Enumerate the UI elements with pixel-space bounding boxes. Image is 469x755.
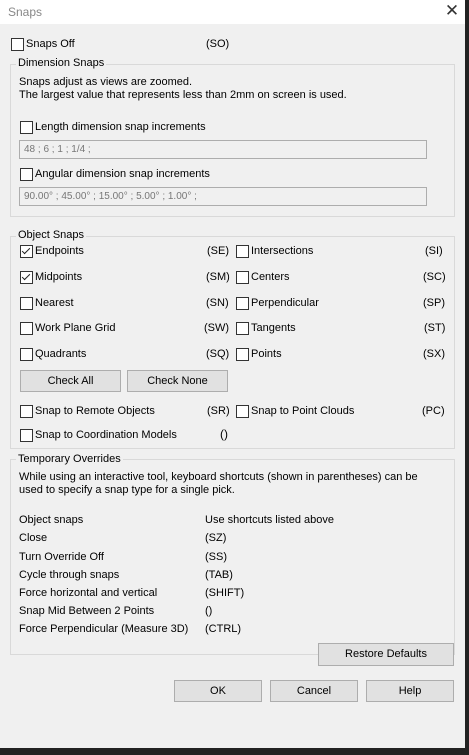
work-plane-grid-code: (SW) xyxy=(204,322,230,334)
override-label-turn-off: Turn Override Off xyxy=(19,551,104,563)
intersections-label: Intersections xyxy=(251,245,314,257)
override-label-snap-mid: Snap Mid Between 2 Points xyxy=(19,605,155,617)
override-value-force-perp: (CTRL) xyxy=(205,623,242,635)
remote-objects-label: Snap to Remote Objects xyxy=(35,405,155,417)
coordination-models-checkbox[interactable] xyxy=(20,429,33,442)
override-value-close: (SZ) xyxy=(205,532,227,544)
override-value-force-hv: (SHIFT) xyxy=(205,587,245,599)
points-checkbox[interactable] xyxy=(236,348,249,361)
override-label-object-snaps: Object snaps xyxy=(19,514,84,526)
point-clouds-code: (PC) xyxy=(422,405,445,417)
length-snap-checkbox[interactable] xyxy=(20,121,33,134)
intersections-checkbox[interactable] xyxy=(236,245,249,258)
title-bar: Snaps ✕ xyxy=(0,0,465,24)
endpoints-code: (SE) xyxy=(207,245,229,257)
point-clouds-checkbox[interactable] xyxy=(236,405,249,418)
nearest-label: Nearest xyxy=(35,297,74,309)
window-title: Snaps xyxy=(8,5,43,19)
quadrants-checkbox[interactable] xyxy=(20,348,33,361)
tangents-label: Tangents xyxy=(251,322,296,334)
temporary-overrides-legend: Temporary Overrides xyxy=(16,453,123,465)
centers-checkbox[interactable] xyxy=(236,271,249,284)
endpoints-label: Endpoints xyxy=(35,245,84,257)
endpoints-checkbox[interactable] xyxy=(20,245,33,258)
override-label-cycle: Cycle through snaps xyxy=(19,569,120,581)
length-snap-field[interactable]: 48 ; 6 ; 1 ; 1/4 ; xyxy=(19,140,427,159)
work-plane-grid-label: Work Plane Grid xyxy=(35,322,116,334)
override-value-turn-off: (SS) xyxy=(205,551,227,563)
restore-defaults-button[interactable]: Restore Defaults xyxy=(318,643,454,666)
override-label-close: Close xyxy=(19,532,48,544)
nearest-checkbox[interactable] xyxy=(20,297,33,310)
close-icon[interactable]: ✕ xyxy=(442,1,462,21)
midpoints-code: (SM) xyxy=(206,271,230,283)
remote-objects-checkbox[interactable] xyxy=(20,405,33,418)
cancel-button[interactable]: Cancel xyxy=(270,680,358,702)
length-snap-label: Length dimension snap increments xyxy=(35,121,206,133)
dimension-desc-1: Snaps adjust as views are zoomed. xyxy=(19,76,193,88)
override-value-object-snaps: Use shortcuts listed above xyxy=(205,514,335,526)
perpendicular-checkbox[interactable] xyxy=(236,297,249,310)
remote-objects-code: (SR) xyxy=(207,405,230,417)
window-edge-right xyxy=(465,0,469,755)
ok-button[interactable]: OK xyxy=(174,680,262,702)
overrides-desc-2: used to specify a snap type for a single… xyxy=(19,484,235,496)
window-edge-bottom xyxy=(0,748,469,755)
tangents-checkbox[interactable] xyxy=(236,322,249,335)
overrides-desc-1: While using an interactive tool, keyboar… xyxy=(19,471,418,483)
work-plane-grid-checkbox[interactable] xyxy=(20,322,33,335)
override-value-snap-mid: () xyxy=(205,605,213,617)
snaps-off-label: Snaps Off xyxy=(26,38,75,50)
coordination-models-label: Snap to Coordination Models xyxy=(35,429,177,441)
dimension-snaps-legend: Dimension Snaps xyxy=(16,57,107,69)
nearest-code: (SN) xyxy=(206,297,229,309)
angular-snap-field[interactable]: 90.00° ; 45.00° ; 15.00° ; 5.00° ; 1.00°… xyxy=(19,187,427,206)
check-none-button[interactable]: Check None xyxy=(127,370,228,392)
override-value-cycle: (TAB) xyxy=(205,569,233,581)
perpendicular-label: Perpendicular xyxy=(251,297,319,309)
points-code: (SX) xyxy=(423,348,445,360)
points-label: Points xyxy=(251,348,282,360)
centers-code: (SC) xyxy=(423,271,446,283)
point-clouds-label: Snap to Point Clouds xyxy=(251,405,355,417)
snaps-off-shortcut: (SO) xyxy=(206,38,230,50)
coordination-models-code: () xyxy=(220,427,228,441)
midpoints-label: Midpoints xyxy=(35,271,83,283)
override-label-force-perp: Force Perpendicular (Measure 3D) xyxy=(19,623,189,635)
angular-snap-checkbox[interactable] xyxy=(20,168,33,181)
object-snaps-legend: Object Snaps xyxy=(16,229,87,241)
intersections-code: (SI) xyxy=(425,245,443,257)
quadrants-code: (SQ) xyxy=(206,348,230,360)
override-label-force-hv: Force horizontal and vertical xyxy=(19,587,158,599)
perpendicular-code: (SP) xyxy=(423,297,445,309)
object-snaps-group xyxy=(10,236,455,449)
help-button[interactable]: Help xyxy=(366,680,454,702)
angular-snap-label: Angular dimension snap increments xyxy=(35,168,210,180)
centers-label: Centers xyxy=(251,271,290,283)
tangents-code: (ST) xyxy=(424,322,446,334)
quadrants-label: Quadrants xyxy=(35,348,87,360)
dimension-desc-2: The largest value that represents less t… xyxy=(19,89,347,101)
check-all-button[interactable]: Check All xyxy=(20,370,121,392)
snaps-off-checkbox[interactable] xyxy=(11,38,24,51)
midpoints-checkbox[interactable] xyxy=(20,271,33,284)
